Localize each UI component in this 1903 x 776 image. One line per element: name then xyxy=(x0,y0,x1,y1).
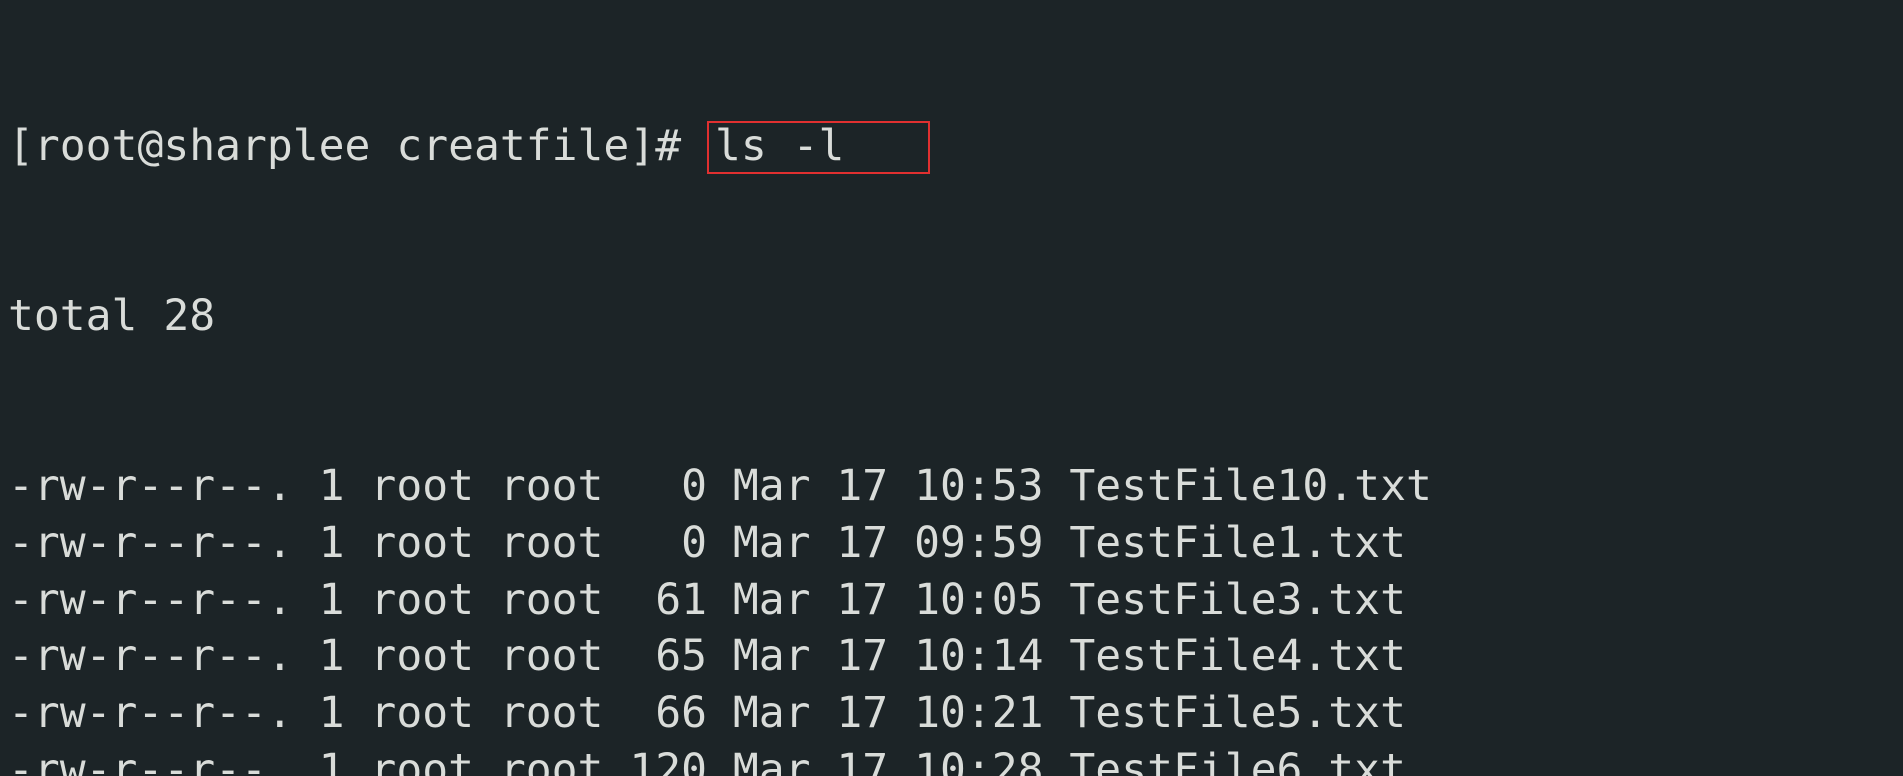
file-row: -rw-r--r--. 1 root root 120 Mar 17 10:28… xyxy=(8,742,1895,776)
file-row: -rw-r--r--. 1 root root 0 Mar 17 10:53 T… xyxy=(8,458,1895,515)
command-text: ls -l xyxy=(715,121,844,171)
prompt-line-1: [root@sharplee creatfile]# ls -l xyxy=(8,118,1895,175)
shell-prompt: [root@sharplee creatfile]# xyxy=(8,121,707,171)
file-listing: -rw-r--r--. 1 root root 0 Mar 17 10:53 T… xyxy=(8,458,1895,776)
command-highlight: ls -l xyxy=(707,121,930,174)
terminal[interactable]: [root@sharplee creatfile]# ls -l total 2… xyxy=(0,0,1903,776)
file-row: -rw-r--r--. 1 root root 65 Mar 17 10:14 … xyxy=(8,628,1895,685)
file-row: -rw-r--r--. 1 root root 66 Mar 17 10:21 … xyxy=(8,685,1895,742)
file-row: -rw-r--r--. 1 root root 0 Mar 17 09:59 T… xyxy=(8,515,1895,572)
file-row: -rw-r--r--. 1 root root 61 Mar 17 10:05 … xyxy=(8,572,1895,629)
total-line: total 28 xyxy=(8,288,1895,345)
